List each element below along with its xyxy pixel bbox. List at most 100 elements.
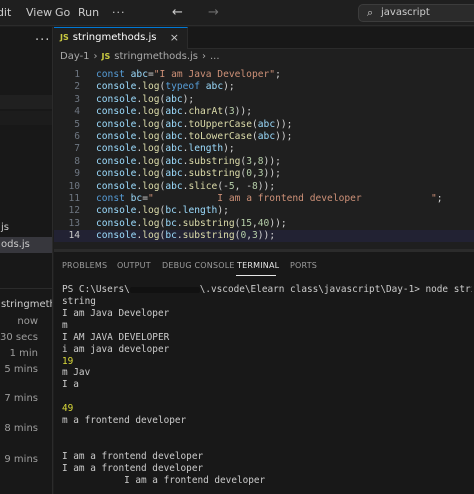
code-token: )); — [257, 180, 276, 192]
line-number: 2 — [74, 81, 80, 93]
breadcrumb-folder[interactable]: Day-1 — [60, 51, 90, 62]
line-number: 9 — [74, 168, 80, 180]
code-token: abc — [165, 106, 183, 118]
code-token: abc — [165, 93, 183, 105]
active-tab-indicator — [236, 275, 276, 276]
code-token: console — [96, 106, 137, 118]
code-token: log — [142, 217, 160, 229]
menu-go[interactable]: Go — [55, 0, 70, 26]
timeline-entry[interactable]: 9 mins — [4, 454, 38, 465]
explorer-file-item-active[interactable]: ods.js — [0, 237, 52, 253]
terminal-prompt: PS C:\Users\ \.vscode\Elearn class\javasc… — [62, 284, 472, 296]
code-token: " I am a frontend developer " — [148, 193, 437, 204]
menu-edit[interactable]: Edit — [0, 0, 11, 26]
tab-stringmethods[interactable]: JS stringmethods.js × — [54, 27, 188, 49]
tab-ports[interactable]: PORTS — [290, 261, 317, 270]
code-token: const — [96, 69, 131, 80]
terminal-output-line: I am a frontend developer — [62, 474, 266, 486]
javascript-file-icon: JS — [101, 52, 111, 61]
code-text: const abc="I am Java Developer"; — [96, 69, 281, 81]
explorer-file-item[interactable]: js — [0, 220, 52, 236]
code-token: )); — [263, 155, 281, 167]
bottom-panel: PROBLEMS OUTPUT DEBUG CONSOLE TERMINAL P… — [54, 251, 474, 494]
explorer-row[interactable] — [0, 95, 52, 109]
tab-output[interactable]: OUTPUT — [117, 261, 151, 270]
code-line[interactable]: 11 const bc=" I am a frontend developer "… — [54, 193, 474, 205]
code-token: console — [96, 230, 137, 242]
more-menu-button[interactable]: ··· — [112, 0, 126, 26]
code-line[interactable]: 1 const abc="I am Java Developer"; — [54, 69, 474, 81]
code-token: console — [96, 143, 137, 155]
timeline-entry[interactable]: 5 mins — [4, 364, 38, 375]
timeline-entry[interactable]: 7 mins — [4, 393, 38, 404]
code-line[interactable]: 2 console.log(typeof abc); — [54, 81, 474, 93]
tab-label: stringmethods.js — [72, 32, 157, 43]
code-token: abc — [205, 81, 224, 93]
timeline-entry[interactable]: 1 min — [10, 348, 38, 359]
breadcrumb-file[interactable]: stringmethods.js — [114, 51, 198, 62]
close-icon[interactable]: × — [170, 28, 179, 48]
code-text: console.log(bc.substring(0,3)); — [96, 230, 275, 242]
code-token: )); — [257, 230, 276, 242]
menu-run[interactable]: Run — [78, 0, 99, 26]
code-line[interactable]: 8 console.log(abc.substring(3,8)); — [54, 156, 474, 168]
code-line[interactable]: 10 console.log(abc.slice(-5, -8)); — [54, 181, 474, 193]
code-text: console.log(abc.slice(-5, -8)); — [96, 181, 275, 193]
code-token: log — [142, 155, 160, 167]
terminal-output-line: I a — [62, 379, 79, 391]
code-text: console.log(typeof abc); — [96, 81, 235, 93]
tab-terminal[interactable]: TERMINAL — [237, 261, 279, 270]
terminal-output-line: m a frontend developer — [62, 415, 187, 426]
explorer-row[interactable] — [0, 111, 52, 125]
tab-problems[interactable]: PROBLEMS — [62, 261, 107, 270]
code-token: ); — [182, 93, 195, 105]
code-token: console — [96, 131, 137, 142]
timeline-entry[interactable]: 8 mins — [4, 423, 38, 434]
forward-arrow-icon[interactable]: → — [208, 0, 219, 26]
timeline-entry[interactable]: now — [17, 316, 38, 327]
code-token: 15 — [240, 217, 252, 229]
code-token: console — [96, 155, 137, 167]
code-token: log — [142, 131, 160, 142]
code-token: console — [96, 217, 137, 229]
code-text: console.log(abc.charAt(3)); — [96, 106, 252, 118]
code-token: bc — [165, 205, 177, 217]
code-token: substring — [182, 230, 235, 242]
code-line[interactable]: 5 console.log(abc.toUpperCase(abc)); — [54, 119, 474, 131]
code-token: bc — [165, 230, 177, 242]
code-token: length — [182, 205, 218, 217]
terminal-output-line: i am java developer — [62, 343, 170, 355]
code-text: console.log(abc.length); — [96, 143, 235, 155]
code-line[interactable]: 7 console.log(abc.length); — [54, 143, 474, 155]
search-text: javascript — [381, 7, 430, 18]
back-arrow-icon[interactable]: ← — [172, 0, 183, 26]
code-token: console — [96, 168, 137, 180]
code-token: , - — [234, 180, 252, 192]
code-token: ); — [223, 143, 235, 155]
code-token: toUpperCase — [188, 118, 252, 130]
code-token: bc — [130, 193, 143, 204]
editor-tab-bar: JS stringmethods.js × — [54, 27, 474, 49]
code-token: 40 — [257, 217, 270, 229]
code-line[interactable]: 12 console.log(bc.length); — [54, 205, 474, 217]
code-token: abc — [165, 155, 183, 167]
tab-debug-console[interactable]: DEBUG CONSOLE — [162, 261, 235, 270]
code-token: )); — [275, 118, 293, 130]
breadcrumb-symbols[interactable]: ... — [210, 51, 220, 62]
more-actions-icon[interactable]: ··· — [35, 33, 50, 48]
code-line[interactable]: 4 console.log(abc.charAt(3)); — [54, 106, 474, 118]
code-line[interactable]: 14 console.log(bc.substring(0,3)); — [54, 230, 474, 243]
code-token: )); — [234, 106, 252, 118]
menu-view[interactable]: View — [26, 0, 52, 26]
code-line[interactable]: 13 console.log(bc.substring(15,40)); — [54, 218, 474, 230]
code-token: ); — [223, 81, 235, 93]
command-center-search[interactable]: ⌕ javascript — [358, 4, 474, 22]
line-number: 14 — [68, 230, 80, 242]
code-line[interactable]: 3 console.log(abc); — [54, 94, 474, 106]
timeline-entry[interactable]: 30 secs — [0, 332, 38, 343]
code-line[interactable]: 6 console.log(abc.toLowerCase(abc)); — [54, 131, 474, 143]
code-line[interactable]: 9 console.log(abc.substring(0,3)); — [54, 168, 474, 180]
code-editor[interactable]: 1 const abc="I am Java Developer"; 2 consol… — [54, 65, 474, 249]
code-token: )); — [275, 131, 293, 142]
